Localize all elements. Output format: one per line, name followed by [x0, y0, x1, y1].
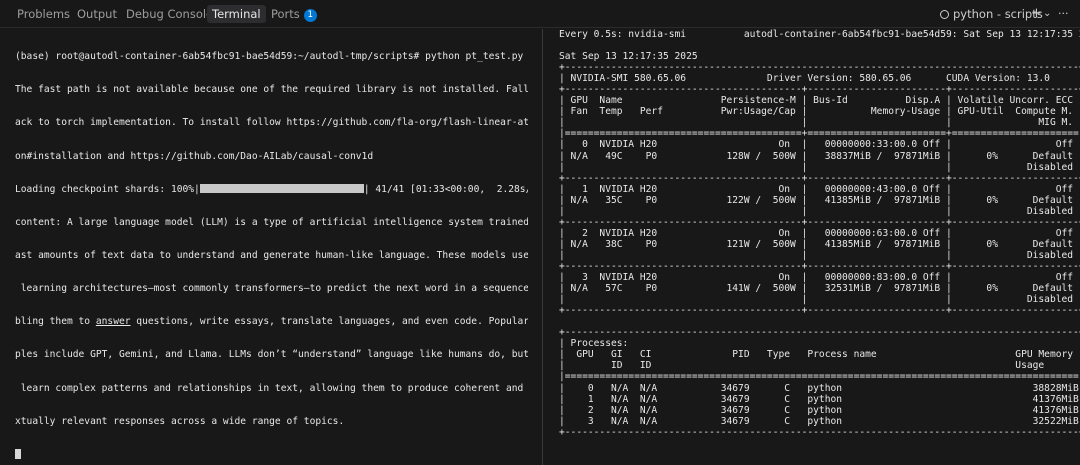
- smi-output-line: | 3 N/A N/A 34679 C python 32522MiB |: [559, 415, 1080, 427]
- smi-output-line: | | | Disabled |: [559, 249, 1080, 261]
- terminal-cursor: [15, 448, 21, 459]
- smi-output-line: | Fan Temp Perf Pwr:Usage/Cap | Memory-U…: [559, 106, 1080, 118]
- smi-output-line: [559, 316, 1080, 327]
- progress-prefix: Loading checkpoint shards: 100%|: [15, 183, 200, 195]
- smi-output-line: | GPU Name Persistence-M | Bus-Id Disp.A…: [559, 95, 1080, 107]
- warning-line: on#installation and https://github.com/D…: [15, 150, 374, 162]
- content-line: ast amounts of text data to understand a…: [15, 249, 528, 261]
- content-line: ples include GPT, Gemini, and Llama. LLM…: [15, 349, 528, 361]
- smi-output-line: |=======================================…: [559, 128, 1080, 140]
- smi-output-line: +---------------------------------------…: [559, 260, 1080, 272]
- panel-tab-bar: Problems Output Debug Console Terminal P…: [0, 0, 1080, 28]
- smi-output-line: | N/A 57C P0 141W / 500W | 32531MiB / 97…: [559, 283, 1080, 295]
- smi-output-line: | 2 N/A N/A 34679 C python 41376MiB |: [559, 404, 1080, 416]
- smi-output-line: | N/A 35C P0 122W / 500W | 41385MiB / 97…: [559, 194, 1080, 206]
- smi-output-line: |=======================================…: [559, 371, 1080, 383]
- smi-output-line: | ID ID Usage |: [559, 360, 1080, 372]
- ports-count-badge: 1: [303, 9, 317, 22]
- smi-output-line: +---------------------------------------…: [559, 305, 1080, 317]
- tab-problems[interactable]: Problems: [14, 5, 73, 23]
- terminal-pane-right[interactable]: Every 0.5s: nvidia-smi autodl-container-…: [559, 29, 1080, 465]
- content-line: learning architectures—most commonly tra…: [15, 283, 528, 295]
- terminal-pane-left[interactable]: (base) root@autodl-container-6ab54fbc91-…: [15, 29, 528, 465]
- new-terminal-button[interactable]: +: [1031, 5, 1042, 23]
- tab-debug-console[interactable]: Debug Console: [123, 5, 216, 23]
- smi-output-line: +---------------------------------------…: [559, 172, 1080, 184]
- warning-line: ack to torch implementation. To install …: [15, 117, 528, 129]
- smi-output-line: +---------------------------------------…: [559, 327, 1080, 339]
- more-actions-button[interactable]: ···: [1058, 5, 1069, 23]
- tab-terminal[interactable]: Terminal: [207, 5, 266, 23]
- smi-output-line: | | | Disabled |: [559, 161, 1080, 173]
- python-icon: [940, 10, 949, 19]
- smi-output-line: Sat Sep 13 12:17:35 2025: [559, 51, 698, 63]
- smi-output-line: | 1 NVIDIA H20 On | 00000000:43:00.0 Off…: [559, 183, 1080, 195]
- content-line: learn complex patterns and relationships…: [15, 382, 528, 394]
- smi-output-line: Every 0.5s: nvidia-smi autodl-container-…: [559, 29, 1080, 40]
- content-line: content: A large language model (LLM) is…: [15, 216, 528, 228]
- smi-output-line: +---------------------------------------…: [559, 62, 1080, 74]
- smi-output-line: | N/A 38C P0 121W / 500W | 41385MiB / 97…: [559, 238, 1080, 250]
- smi-output-line: | 1 N/A N/A 34679 C python 41376MiB |: [559, 393, 1080, 405]
- underlined-word: answer: [95, 316, 131, 328]
- smi-output-line: | | | Disabled |: [559, 294, 1080, 306]
- smi-output-line: | | | MIG M. |: [559, 117, 1080, 129]
- content-line: bling them to answer questions, write es…: [15, 316, 528, 327]
- progress-suffix: | 41/41 [01:33<00:00, 2.28s/it]: [363, 183, 528, 195]
- pane-divider[interactable]: [542, 29, 543, 465]
- smi-output-line: | GPU GI CI PID Type Process name GPU Me…: [559, 349, 1080, 361]
- content-segment: questions, write essays, translate langu…: [130, 316, 528, 328]
- terminal-selector[interactable]: python - scripts: [940, 5, 1043, 23]
- smi-output-line: | 3 NVIDIA H20 On | 00000000:83:00.0 Off…: [559, 272, 1080, 284]
- smi-output-line: | Processes: |: [559, 338, 1080, 350]
- smi-output-line: | 0 N/A N/A 34679 C python 38828MiB |: [559, 382, 1080, 394]
- smi-output-line: | | | Disabled |: [559, 205, 1080, 217]
- tab-output[interactable]: Output: [74, 5, 120, 23]
- progress-line: Loading checkpoint shards: 100%| | 41/41 …: [15, 183, 528, 195]
- smi-output-line: | NVIDIA-SMI 580.65.06 Driver Version: 5…: [559, 73, 1080, 85]
- content-line: xtually relevant responses across a wide…: [15, 415, 345, 427]
- cursor-line: [15, 448, 528, 460]
- terminal-name-label: python - scripts: [953, 7, 1043, 21]
- smi-output-line: [559, 40, 1080, 51]
- tab-ports[interactable]: Ports 1: [268, 5, 320, 23]
- smi-output-line: | 0 NVIDIA H20 On | 00000000:33:00.0 Off…: [559, 139, 1080, 151]
- chevron-down-icon[interactable]: ⌄: [1043, 5, 1051, 23]
- tab-ports-label: Ports: [271, 7, 300, 21]
- content-segment: bling them to: [15, 316, 96, 328]
- smi-output-line: | N/A 49C P0 128W / 500W | 38837MiB / 97…: [559, 150, 1080, 162]
- smi-output-line: +---------------------------------------…: [559, 216, 1080, 228]
- smi-output-line: | 2 NVIDIA H20 On | 00000000:63:00.0 Off…: [559, 227, 1080, 239]
- prompt-line: (base) root@autodl-container-6ab54fbc91-…: [15, 51, 524, 63]
- warning-line: The fast path is not available because o…: [15, 84, 528, 96]
- smi-output-line: +---------------------------------------…: [559, 84, 1080, 96]
- progress-bar: [199, 183, 364, 193]
- smi-output-line: +---------------------------------------…: [559, 426, 1080, 438]
